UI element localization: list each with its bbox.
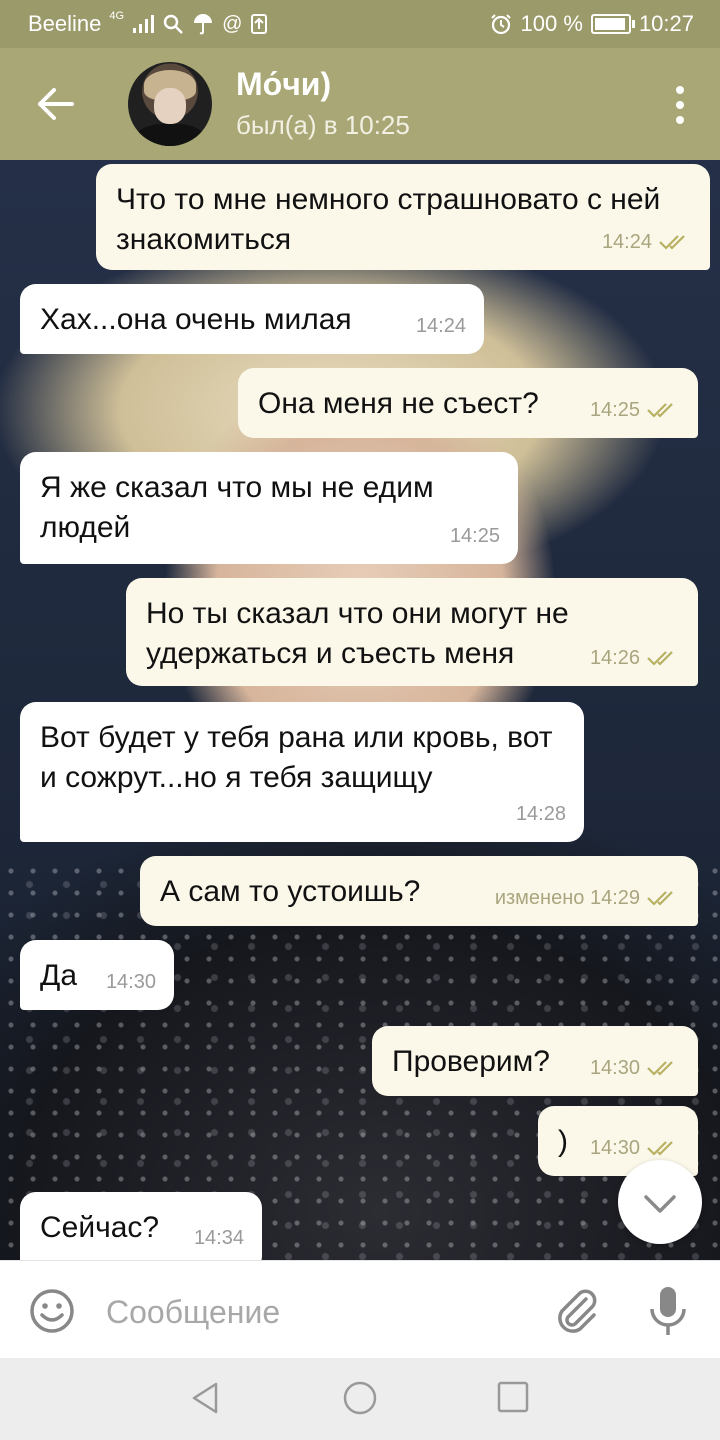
search-icon — [163, 14, 183, 34]
nav-home-icon[interactable] — [342, 1380, 378, 1416]
last-seen-status: был(а) в 10:25 — [236, 110, 410, 140]
message-incoming[interactable]: Вот будет у тебя рана или кровь, вот и с… — [20, 702, 584, 842]
message-time: 14:25 — [449, 525, 500, 547]
microphone-icon[interactable] — [646, 1283, 690, 1339]
emoji-icon[interactable] — [28, 1287, 76, 1335]
double-check-icon — [647, 403, 673, 418]
message-outgoing[interactable]: Проверим? 14:30 — [372, 1026, 698, 1096]
message-outgoing[interactable]: Но ты сказал что они могут не удержаться… — [126, 578, 698, 686]
message-composer — [0, 1260, 720, 1359]
message-time: 14:25 — [589, 399, 640, 421]
message-time: изменено 14:29 — [494, 887, 640, 909]
signal-icon — [133, 15, 155, 33]
contact-name[interactable]: Мо́чи) — [236, 66, 331, 103]
message-input[interactable] — [104, 1285, 528, 1339]
alarm-icon — [490, 14, 511, 35]
nav-recents-icon[interactable] — [496, 1380, 530, 1414]
carrier-label: Beeline — [28, 11, 102, 36]
chat-area[interactable]: Что то мне немного страшновато с ней зна… — [0, 160, 720, 1260]
message-time: 14:24 — [415, 315, 466, 337]
system-nav-bar — [0, 1358, 720, 1440]
status-bar: Beeline 4G @ 100 % 10:27 — [0, 0, 720, 48]
double-check-icon — [647, 891, 673, 906]
message-text: Хах...она очень милая — [40, 303, 352, 336]
message-text: Я же сказал что мы не едим людей — [40, 471, 434, 544]
avatar[interactable] — [128, 62, 212, 146]
double-check-icon — [647, 1061, 673, 1076]
message-incoming[interactable]: Хах...она очень милая 14:24 — [20, 284, 484, 354]
back-arrow-icon[interactable] — [32, 82, 78, 126]
message-time: 14:30 — [105, 971, 156, 993]
avatar-face — [154, 88, 186, 124]
message-time: 14:28 — [515, 803, 566, 825]
chevron-down-icon — [644, 1195, 676, 1213]
avatar-body — [134, 124, 206, 146]
message-incoming[interactable]: Да 14:30 — [20, 940, 174, 1010]
at-sign-icon: @ — [222, 12, 243, 35]
umbrella-icon — [194, 14, 213, 35]
battery-fill — [594, 18, 625, 30]
network-type-label: 4G — [109, 10, 125, 22]
nav-back-icon[interactable] — [188, 1380, 224, 1416]
scroll-down-button[interactable] — [618, 1160, 702, 1244]
double-check-icon — [647, 651, 673, 666]
message-outgoing[interactable]: А сам то устоишь? изменено 14:29 — [140, 856, 698, 926]
upload-icon — [251, 14, 268, 34]
message-outgoing[interactable]: Что то мне немного страшновато с ней зна… — [96, 164, 710, 270]
more-options-icon[interactable] — [672, 86, 688, 124]
battery-icon — [590, 14, 635, 34]
message-text: Вот будет у тебя рана или кровь, вот и с… — [40, 721, 553, 794]
message-outgoing[interactable]: Она меня не съест? 14:25 — [238, 368, 698, 438]
message-time: 14:30 — [589, 1057, 640, 1079]
chat-header: Мо́чи) был(а) в 10:25 — [0, 48, 720, 160]
message-incoming[interactable]: Сейчас? 14:34 — [20, 1192, 262, 1260]
double-check-icon — [659, 235, 685, 250]
clock: 10:27 — [638, 11, 694, 36]
paperclip-icon[interactable] — [552, 1285, 600, 1335]
double-check-icon — [647, 1141, 673, 1156]
battery-percent: 100 % — [520, 11, 583, 36]
message-time: 14:24 — [601, 231, 652, 253]
message-time: 14:26 — [589, 647, 640, 669]
message-time: 14:34 — [193, 1227, 244, 1249]
message-incoming[interactable]: Я же сказал что мы не едим людей 14:25 — [20, 452, 518, 564]
